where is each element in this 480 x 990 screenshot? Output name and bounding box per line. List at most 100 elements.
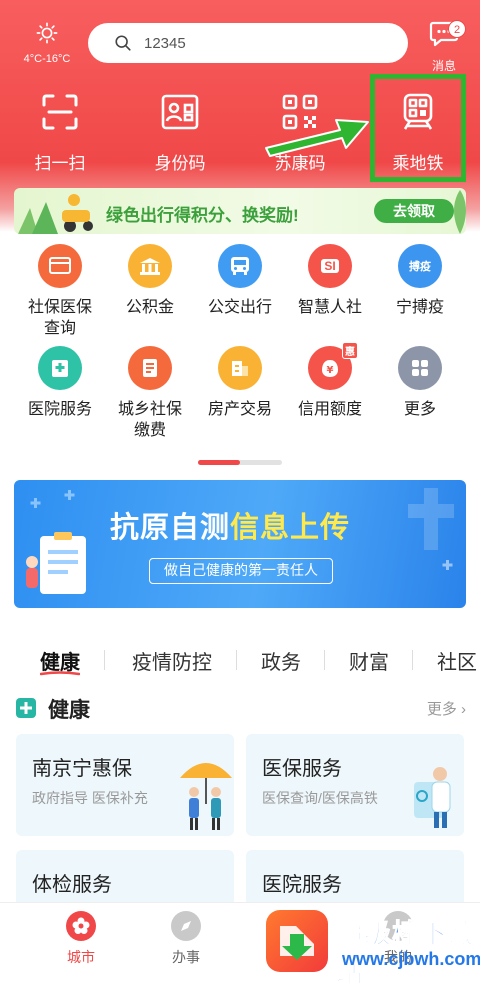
credit-badge: 惠 bbox=[342, 342, 358, 359]
service-more[interactable]: 更多 bbox=[375, 346, 465, 420]
quick-action-label: 扫一扫 bbox=[34, 154, 86, 173]
credit-icon: ¥ 惠 bbox=[308, 342, 358, 390]
site-watermark: 超级棒下载站 www.cjbwh.com bbox=[262, 906, 480, 989]
epidemic-icon: 搏疫 bbox=[398, 244, 442, 288]
epidemic-icon-text: 搏疫 bbox=[409, 261, 431, 273]
service-label: 医院服务 bbox=[27, 401, 92, 418]
section-header-health: 健康 更多 › bbox=[16, 694, 466, 722]
service-credit[interactable]: ¥ 惠 信用额度 bbox=[285, 342, 375, 420]
service-label: 宁搏疫 bbox=[395, 299, 444, 316]
service-property[interactable]: 房产交易 bbox=[195, 346, 285, 420]
service-label: 智慧人社 bbox=[297, 299, 362, 316]
umbrella-family-illustration-icon bbox=[180, 763, 232, 830]
quick-action-id-code[interactable]: 身份码 bbox=[135, 92, 225, 174]
social-insurance-icon bbox=[38, 244, 82, 288]
tab-epidemic[interactable]: 疫情防控 bbox=[132, 646, 212, 675]
annotation-arrow-icon bbox=[265, 119, 369, 157]
card-title: 医院服务 bbox=[262, 874, 342, 896]
annotation-highlight-box bbox=[370, 74, 466, 182]
weather-widget[interactable]: 4°C-16°C bbox=[18, 22, 76, 65]
service-social-payment[interactable]: 城乡社保 缴费 bbox=[105, 346, 195, 441]
card-medical-insurance[interactable]: 医保服务 医保查询/医保高铁 bbox=[246, 734, 464, 836]
nav-city[interactable]: 城市 bbox=[51, 911, 111, 967]
svg-text:¥: ¥ bbox=[327, 365, 334, 376]
compass-icon bbox=[171, 911, 201, 941]
grid-pager bbox=[198, 460, 282, 465]
service-social-insurance[interactable]: 社保医保 查询 bbox=[15, 244, 105, 339]
messages-button[interactable]: 2 消息 bbox=[422, 20, 466, 74]
promo-banner-text: 绿色出行得积分、换奖励! bbox=[106, 206, 299, 225]
card-title: 体检服务 bbox=[32, 874, 112, 896]
quick-action-label: 身份码 bbox=[154, 154, 206, 173]
promo-banner[interactable]: 绿色出行得积分、换奖励! 去领取 bbox=[14, 188, 466, 234]
quick-action-scan[interactable]: 扫一扫 bbox=[15, 92, 105, 174]
tab-divider bbox=[236, 650, 237, 670]
house-icon bbox=[218, 346, 262, 390]
service-bus[interactable]: 公交出行 bbox=[195, 244, 285, 318]
clipboard-illustration-icon bbox=[26, 490, 86, 594]
service-label: 公积金 bbox=[125, 299, 174, 316]
antigen-banner-title: 抗原自测信息上传 bbox=[110, 504, 350, 546]
download-logo-icon bbox=[266, 910, 328, 972]
card-title: 医保服务 bbox=[262, 758, 342, 780]
scan-icon bbox=[42, 94, 78, 130]
bus-icon bbox=[218, 244, 262, 288]
tab-community[interactable]: 社区 bbox=[437, 646, 477, 675]
service-label: 公交出行 bbox=[207, 299, 272, 316]
tab-government[interactable]: 政务 bbox=[261, 646, 301, 675]
nav-label: 城市 bbox=[67, 949, 95, 965]
section-more-link[interactable]: 更多 › bbox=[427, 698, 466, 719]
grid-pager-active bbox=[198, 460, 240, 465]
antigen-banner-title-part1: 抗原自测 bbox=[110, 512, 231, 544]
antigen-banner-title-part2: 信息上传 bbox=[230, 512, 351, 544]
watermark-url: www.cjbwh.com bbox=[342, 949, 480, 969]
sun-icon bbox=[36, 22, 58, 44]
tab-divider bbox=[412, 650, 413, 670]
service-label: 城乡社保 缴费 bbox=[117, 401, 182, 439]
service-label: 信用额度 bbox=[297, 401, 362, 418]
housing-fund-icon bbox=[128, 244, 172, 288]
tab-community-clip: 社区 bbox=[437, 640, 480, 680]
card-subtitle: 政府指导 医保补充 bbox=[32, 790, 148, 806]
service-epidemic[interactable]: 搏疫 宁搏疫 bbox=[375, 244, 465, 318]
service-smart-hr[interactable]: SI 智慧人社 bbox=[285, 244, 375, 318]
card-subtitle: 医保查询/医保高铁 bbox=[262, 790, 378, 806]
hospital-icon bbox=[38, 346, 82, 390]
health-cross-icon bbox=[16, 698, 36, 718]
tab-divider bbox=[324, 650, 325, 670]
search-icon bbox=[115, 35, 131, 51]
nav-services[interactable]: 办事 bbox=[156, 911, 216, 967]
service-housing-fund[interactable]: 公积金 bbox=[105, 244, 195, 318]
category-tabs: 健康 疫情防控 政务 财富 社区 bbox=[0, 640, 480, 680]
card-nanjing-ninghuibao[interactable]: 南京宁惠保 政府指导 医保补充 bbox=[16, 734, 234, 836]
card-title: 南京宁惠保 bbox=[32, 758, 132, 780]
messages-label: 消息 bbox=[431, 59, 456, 73]
nav-label: 办事 bbox=[172, 949, 200, 965]
weather-temperature: 4°C-16°C bbox=[23, 53, 71, 65]
scooter-illustration-icon bbox=[18, 194, 93, 234]
cross-decoration-icon bbox=[408, 488, 454, 570]
tab-active-underline bbox=[40, 671, 80, 676]
antigen-upload-banner[interactable]: 抗原自测信息上传 做自己健康的第一责任人 bbox=[14, 480, 466, 608]
promo-claim-button[interactable]: 去领取 bbox=[374, 199, 454, 223]
doctor-illustration-icon bbox=[414, 767, 451, 828]
section-more-label: 更多 bbox=[426, 701, 457, 718]
payment-icon bbox=[128, 346, 172, 390]
id-card-icon bbox=[161, 94, 199, 130]
search-input-value: 12345 bbox=[144, 34, 186, 52]
service-label: 社保医保 查询 bbox=[27, 299, 92, 337]
service-hospital[interactable]: 医院服务 bbox=[15, 346, 105, 420]
tab-wealth[interactable]: 财富 bbox=[349, 646, 389, 675]
smart-hr-icon-text: SI bbox=[321, 259, 339, 273]
city-flower-icon bbox=[66, 911, 96, 941]
antigen-banner-subtitle: 做自己健康的第一责任人 bbox=[149, 558, 333, 584]
tree-illustration-icon bbox=[454, 190, 466, 234]
smart-hr-icon: SI bbox=[308, 244, 352, 288]
service-label: 房产交易 bbox=[207, 401, 272, 418]
chevron-right-icon: › bbox=[461, 701, 466, 718]
service-label: 更多 bbox=[403, 401, 436, 418]
section-title: 健康 bbox=[48, 699, 90, 722]
search-input[interactable]: 12345 bbox=[88, 23, 408, 63]
more-grid-icon bbox=[398, 346, 442, 390]
tab-divider bbox=[104, 650, 105, 670]
